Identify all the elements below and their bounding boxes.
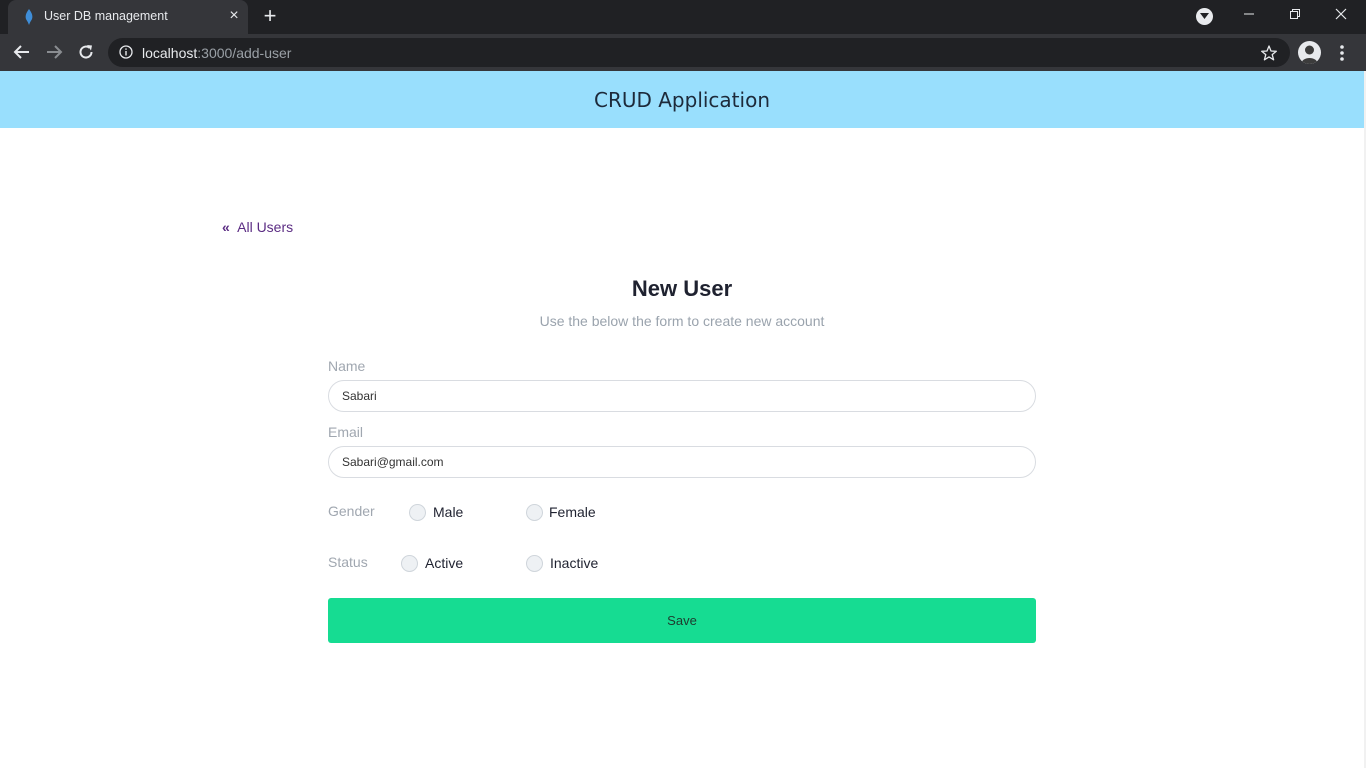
forward-arrow-icon[interactable] <box>41 40 67 64</box>
form-subtitle: Use the below the form to create new acc… <box>539 313 825 329</box>
profile-avatar[interactable] <box>1298 41 1321 64</box>
status-inactive-label[interactable]: Inactive <box>550 555 598 571</box>
reload-icon[interactable] <box>73 40 99 64</box>
gender-female-radio[interactable] <box>526 504 543 521</box>
double-chevron-left-icon: « <box>222 219 230 235</box>
form-title: New User <box>631 276 733 301</box>
app-title: CRUD Application <box>593 88 770 112</box>
gender-female-label[interactable]: Female <box>549 504 596 520</box>
name-input[interactable] <box>328 380 1036 412</box>
name-label: Name <box>328 358 366 374</box>
gender-label: Gender <box>328 503 375 519</box>
url-host: localhost <box>142 45 198 61</box>
email-label: Email <box>328 424 364 440</box>
status-label: Status <box>328 554 368 570</box>
tab-search-icon[interactable] <box>1196 8 1213 25</box>
address-bar[interactable]: localhost:3000/add-user <box>108 38 1290 67</box>
url-path: :3000/add-user <box>197 45 292 61</box>
close-icon[interactable]: × <box>226 7 242 25</box>
minimize-icon[interactable] <box>1226 0 1272 30</box>
status-active-radio[interactable] <box>401 555 418 572</box>
browser-toolbar: localhost:3000/add-user <box>0 34 1366 71</box>
new-tab-icon[interactable]: + <box>259 5 281 28</box>
window-close-icon[interactable] <box>1318 0 1364 30</box>
tab-title: User DB management <box>44 9 168 23</box>
status-inactive-radio[interactable] <box>526 555 543 572</box>
more-menu-icon[interactable] <box>1336 43 1348 63</box>
mongodb-leaf-icon <box>22 9 36 25</box>
email-input[interactable] <box>328 446 1036 478</box>
app-header: CRUD Application <box>0 71 1364 128</box>
url-text[interactable]: localhost:3000/add-user <box>142 45 291 61</box>
all-users-link-label: All Users <box>237 219 294 235</box>
browser-tab[interactable]: User DB management × <box>8 0 248 34</box>
browser-titlebar: User DB management × + <box>0 0 1366 34</box>
bookmark-star-icon[interactable] <box>1260 44 1278 62</box>
save-button[interactable]: Save <box>328 598 1036 643</box>
back-arrow-icon[interactable] <box>9 40 35 64</box>
restore-icon[interactable] <box>1272 0 1318 30</box>
all-users-link[interactable]: « All Users <box>222 219 293 235</box>
gender-male-radio[interactable] <box>409 504 426 521</box>
status-active-label[interactable]: Active <box>425 555 463 571</box>
gender-male-label[interactable]: Male <box>433 504 463 520</box>
info-icon[interactable] <box>119 45 133 59</box>
